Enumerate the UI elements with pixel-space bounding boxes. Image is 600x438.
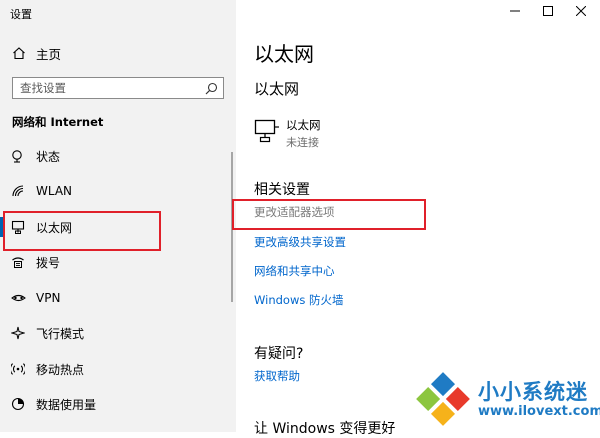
annotation-box-ethernet	[3, 211, 161, 251]
sidebar-item-label: 飞行模式	[36, 326, 85, 341]
sidebar-item-label: 数据使用量	[36, 397, 97, 412]
sidebar-item-label: 移动热点	[36, 362, 85, 377]
search-icon[interactable]	[205, 82, 218, 95]
watermark: 小小系统迷 www.ilovext.com	[410, 366, 600, 432]
network-sharing-center-link[interactable]: 网络和共享中心	[254, 263, 335, 279]
hotspot-icon	[11, 363, 25, 375]
sidebar-item-status[interactable]: 状态	[0, 141, 236, 171]
sidebar-item-label: VPN	[36, 291, 61, 305]
sidebar-item-wlan[interactable]: WLAN	[0, 176, 236, 206]
minimize-button[interactable]	[500, 0, 530, 22]
home-label: 主页	[36, 46, 62, 62]
home-icon	[13, 47, 25, 60]
data-usage-icon	[11, 397, 25, 411]
watermark-title: 小小系统迷	[478, 380, 588, 404]
status-icon	[12, 150, 22, 163]
sidebar-item-dialup[interactable]: 拨号	[0, 247, 236, 277]
search-input[interactable]	[20, 80, 200, 96]
search-box[interactable]	[12, 77, 224, 99]
watermark-url: www.ilovext.com	[478, 404, 600, 419]
home-nav-item[interactable]: 主页	[12, 44, 61, 62]
device-status: 未连接	[286, 136, 319, 149]
close-icon	[576, 6, 586, 16]
watermark-logo-icon	[416, 372, 470, 426]
advanced-sharing-settings-link[interactable]: 更改高级共享设置	[254, 234, 346, 250]
close-button[interactable]	[566, 0, 596, 22]
windows-firewall-link[interactable]: Windows 防火墙	[254, 292, 344, 308]
ethernet-device[interactable]: 以太网 未连接	[254, 117, 454, 153]
improve-windows-heading: 让 Windows 变得更好	[254, 421, 396, 437]
dialup-icon	[12, 257, 24, 268]
sidebar-item-hotspot[interactable]: 移动热点	[0, 354, 236, 384]
get-help-link[interactable]: 获取帮助	[254, 368, 300, 384]
sidebar-item-vpn[interactable]: VPN	[0, 283, 236, 313]
related-settings-heading: 相关设置	[254, 182, 310, 198]
ethernet-device-icon	[254, 119, 279, 143]
airplane-icon	[11, 326, 25, 340]
maximize-icon	[543, 6, 553, 16]
wifi-icon	[12, 185, 24, 197]
sidebar-item-label: WLAN	[36, 184, 73, 198]
faq-heading: 有疑问?	[254, 346, 304, 362]
annotation-box-adapter-options	[232, 199, 426, 230]
page-title: 以太网	[254, 42, 314, 66]
window-title: 设置	[10, 8, 32, 21]
vpn-icon	[11, 294, 26, 302]
device-name: 以太网	[286, 118, 321, 132]
section-subtitle: 以太网	[254, 80, 300, 98]
sidebar-item-label: 拨号	[36, 255, 61, 270]
minimize-icon	[510, 10, 520, 12]
sidebar-item-label: 状态	[36, 149, 61, 164]
sidebar-section-title: 网络和 Internet	[12, 115, 104, 129]
sidebar-item-airplane-mode[interactable]: 飞行模式	[0, 318, 236, 348]
maximize-button[interactable]	[533, 0, 563, 22]
sidebar-item-data-usage[interactable]: 数据使用量	[0, 389, 236, 419]
